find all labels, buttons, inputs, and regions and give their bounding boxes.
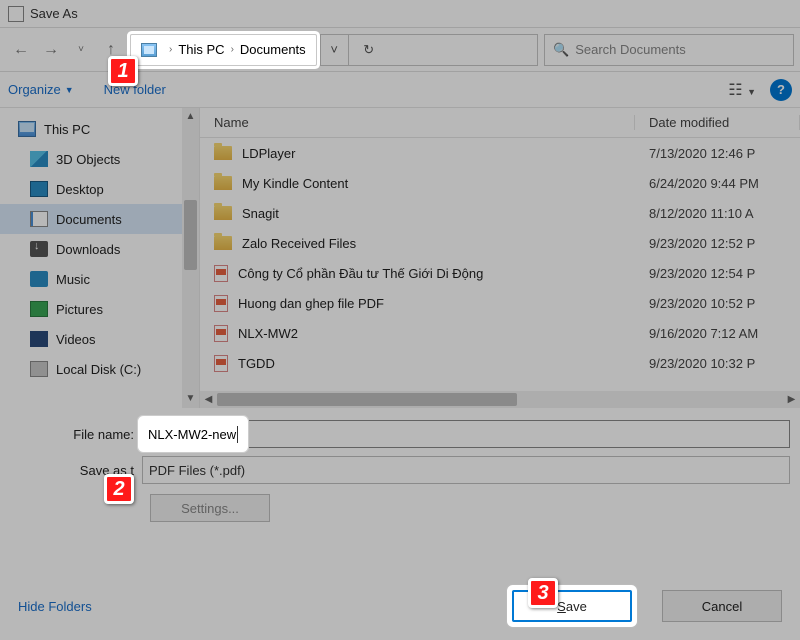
file-name: Công ty Cổ phần Đầu tư Thế Giới Di Động xyxy=(238,266,635,281)
scroll-left-icon[interactable]: ◀ xyxy=(200,391,217,408)
breadcrumb-seg[interactable]: This PC xyxy=(178,42,224,57)
view-button[interactable]: ☷ ▼ xyxy=(728,80,756,100)
breadcrumb-seg[interactable]: Documents xyxy=(240,42,306,57)
sidebar-item-3d-objects[interactable]: 3D Objects xyxy=(0,144,199,174)
file-row[interactable]: Snagit8/12/2020 11:10 A xyxy=(200,198,800,228)
file-name: TGDD xyxy=(238,356,635,371)
sidebar: This PC 3D Objects Desktop Documents Dow… xyxy=(0,108,200,408)
chevron-down-icon: ▼ xyxy=(65,85,74,95)
title-bar: Save As xyxy=(0,0,800,28)
sidebar-item-downloads[interactable]: Downloads xyxy=(0,234,199,264)
disk-icon xyxy=(30,361,48,377)
column-headers: Name Date modified xyxy=(200,108,800,138)
sidebar-item-local-disk[interactable]: Local Disk (C:) xyxy=(0,354,199,384)
annotation-3: 3 xyxy=(528,578,558,608)
folder-icon xyxy=(214,206,232,220)
file-date: 9/23/2020 10:32 P xyxy=(635,356,800,371)
file-date: 8/12/2020 11:10 A xyxy=(635,206,800,221)
file-row[interactable]: Công ty Cổ phần Đầu tư Thế Giới Di Động9… xyxy=(200,258,800,288)
file-name: My Kindle Content xyxy=(242,176,635,191)
pdf-icon xyxy=(214,265,228,282)
breadcrumb[interactable]: › This PC › Documents xyxy=(130,34,317,66)
search-placeholder: Search Documents xyxy=(575,42,686,57)
file-row[interactable]: TGDD9/23/2020 10:32 P xyxy=(200,348,800,378)
scroll-up-icon[interactable]: ▲ xyxy=(182,108,199,126)
desktop-icon xyxy=(30,181,48,197)
file-row[interactable]: My Kindle Content6/24/2020 9:44 PM xyxy=(200,168,800,198)
file-name: NLX-MW2 xyxy=(238,326,635,341)
downloads-icon xyxy=(30,241,48,257)
scroll-thumb[interactable] xyxy=(184,200,197,270)
file-name: Zalo Received Files xyxy=(242,236,635,251)
column-date[interactable]: Date modified xyxy=(635,115,800,130)
folder-icon xyxy=(214,236,232,250)
scroll-right-icon[interactable]: ▶ xyxy=(783,391,800,408)
search-icon: 🔍 xyxy=(553,42,569,58)
recent-dropdown[interactable]: ˅ xyxy=(66,35,96,65)
organize-button[interactable]: Organize xyxy=(8,82,61,97)
settings-button[interactable]: Settings... xyxy=(150,494,270,522)
music-icon xyxy=(30,271,48,287)
search-input[interactable]: 🔍 Search Documents xyxy=(544,34,794,66)
file-row[interactable]: Zalo Received Files9/23/2020 12:52 P xyxy=(200,228,800,258)
folder-icon xyxy=(214,146,232,160)
annotation-2: 2 xyxy=(104,474,134,504)
address-dropdown[interactable]: ˅ xyxy=(321,35,349,65)
hide-folders-link[interactable]: Hide Folders xyxy=(18,599,92,614)
sidebar-item-music[interactable]: Music xyxy=(0,264,199,294)
folder-icon xyxy=(214,176,232,190)
sidebar-item-videos[interactable]: Videos xyxy=(0,324,199,354)
videos-icon xyxy=(30,331,48,347)
pdf-icon xyxy=(214,355,228,372)
scroll-down-icon[interactable]: ▼ xyxy=(182,390,199,408)
pc-icon xyxy=(18,121,36,137)
address-rest: ˅ ↻ xyxy=(320,34,538,66)
sidebar-item-pictures[interactable]: Pictures xyxy=(0,294,199,324)
horizontal-scrollbar[interactable]: ◀ ▶ xyxy=(200,391,800,408)
forward-button[interactable]: → xyxy=(36,35,66,65)
annotation-1: 1 xyxy=(108,56,138,86)
help-button[interactable]: ? xyxy=(770,79,792,101)
sidebar-item-this-pc[interactable]: This PC xyxy=(0,114,199,144)
sidebar-item-desktop[interactable]: Desktop xyxy=(0,174,199,204)
sidebar-item-documents[interactable]: Documents xyxy=(0,204,199,234)
file-date: 9/23/2020 12:52 P xyxy=(635,236,800,251)
file-date: 9/16/2020 7:12 AM xyxy=(635,326,800,341)
filename-highlight: NLX-MW2-new xyxy=(142,420,244,448)
pdf-icon xyxy=(214,325,228,342)
pc-icon xyxy=(141,43,157,57)
file-name: Huong dan ghep file PDF xyxy=(238,296,635,311)
app-icon xyxy=(8,6,24,22)
chevron-right-icon: › xyxy=(169,44,172,55)
file-date: 9/23/2020 12:54 P xyxy=(635,266,800,281)
pdf-icon xyxy=(214,295,228,312)
file-date: 7/13/2020 12:46 P xyxy=(635,146,800,161)
footer: Hide Folders Save Cancel xyxy=(0,578,800,640)
column-name[interactable]: Name xyxy=(200,115,635,130)
back-button[interactable]: ← xyxy=(6,35,36,65)
file-name: Snagit xyxy=(242,206,635,221)
3d-icon xyxy=(30,151,48,167)
window-title: Save As xyxy=(30,6,78,21)
sidebar-scrollbar[interactable]: ▲ ▼ xyxy=(182,108,199,408)
file-row[interactable]: NLX-MW29/16/2020 7:12 AM xyxy=(200,318,800,348)
file-date: 9/23/2020 10:52 P xyxy=(635,296,800,311)
file-row[interactable]: Huong dan ghep file PDF9/23/2020 10:52 P xyxy=(200,288,800,318)
filename-label: File name: xyxy=(0,427,142,442)
cancel-button[interactable]: Cancel xyxy=(662,590,782,622)
scroll-thumb[interactable] xyxy=(217,393,517,406)
file-date: 6/24/2020 9:44 PM xyxy=(635,176,800,191)
file-row[interactable]: LDPlayer7/13/2020 12:46 P xyxy=(200,138,800,168)
file-pane: Name Date modified LDPlayer7/13/2020 12:… xyxy=(200,108,800,408)
documents-icon xyxy=(30,211,48,227)
filename-row: File name: NLX-MW2-new xyxy=(0,416,800,452)
refresh-button[interactable]: ↻ xyxy=(349,42,389,58)
filetype-select[interactable]: PDF Files (*.pdf) xyxy=(142,456,790,484)
pictures-icon xyxy=(30,301,48,317)
file-name: LDPlayer xyxy=(242,146,635,161)
chevron-right-icon: › xyxy=(231,44,234,55)
